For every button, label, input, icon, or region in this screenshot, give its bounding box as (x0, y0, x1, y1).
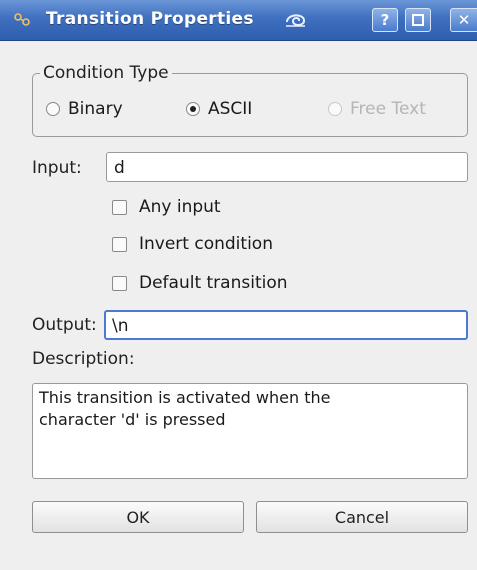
checkbox-icon (112, 236, 127, 252)
checkbox-default-transition[interactable]: Default transition (112, 273, 288, 293)
maximize-button[interactable] (405, 8, 431, 32)
checkbox-invert-condition[interactable]: Invert condition (112, 234, 273, 254)
radio-unchecked-icon (46, 102, 60, 116)
radio-binary-label: Binary (68, 99, 123, 119)
swirl-icon (286, 14, 305, 27)
description-field[interactable]: This transition is activated when the ch… (32, 383, 468, 479)
input-label: Input: (32, 158, 82, 178)
ok-button[interactable]: OK (32, 501, 244, 533)
radio-ascii[interactable]: ASCII (186, 99, 252, 119)
checkbox-icon (112, 275, 127, 291)
dialog-body: Condition Type Binary ASCII Free Text In… (0, 41, 477, 570)
title-bar[interactable]: Transition Properties ? ✕ (0, 0, 477, 41)
output-label: Output: (32, 315, 97, 335)
cancel-button[interactable]: Cancel (256, 501, 468, 533)
maximize-icon (412, 14, 424, 26)
radio-free-text-label: Free Text (350, 99, 426, 119)
checkbox-icon (112, 199, 127, 215)
radio-free-text: Free Text (328, 99, 426, 119)
close-button[interactable]: ✕ (450, 8, 477, 32)
radio-checked-icon (186, 102, 200, 116)
help-icon: ? (380, 11, 390, 29)
description-label: Description: (32, 349, 135, 369)
output-field[interactable]: \n (104, 310, 468, 340)
radio-unchecked-icon (328, 102, 342, 116)
checkbox-any-input[interactable]: Any input (112, 197, 221, 217)
window-title: Transition Properties (46, 9, 254, 29)
checkbox-default-transition-label: Default transition (139, 273, 288, 293)
app-icon (14, 13, 30, 26)
radio-ascii-label: ASCII (208, 99, 253, 119)
help-button[interactable]: ? (372, 8, 398, 32)
checkbox-invert-condition-label: Invert condition (139, 234, 273, 254)
input-field[interactable]: d (106, 152, 468, 182)
close-icon: ✕ (457, 11, 471, 29)
checkbox-any-input-label: Any input (139, 197, 221, 217)
radio-binary[interactable]: Binary (46, 99, 123, 119)
condition-type-title: Condition Type (40, 63, 172, 83)
